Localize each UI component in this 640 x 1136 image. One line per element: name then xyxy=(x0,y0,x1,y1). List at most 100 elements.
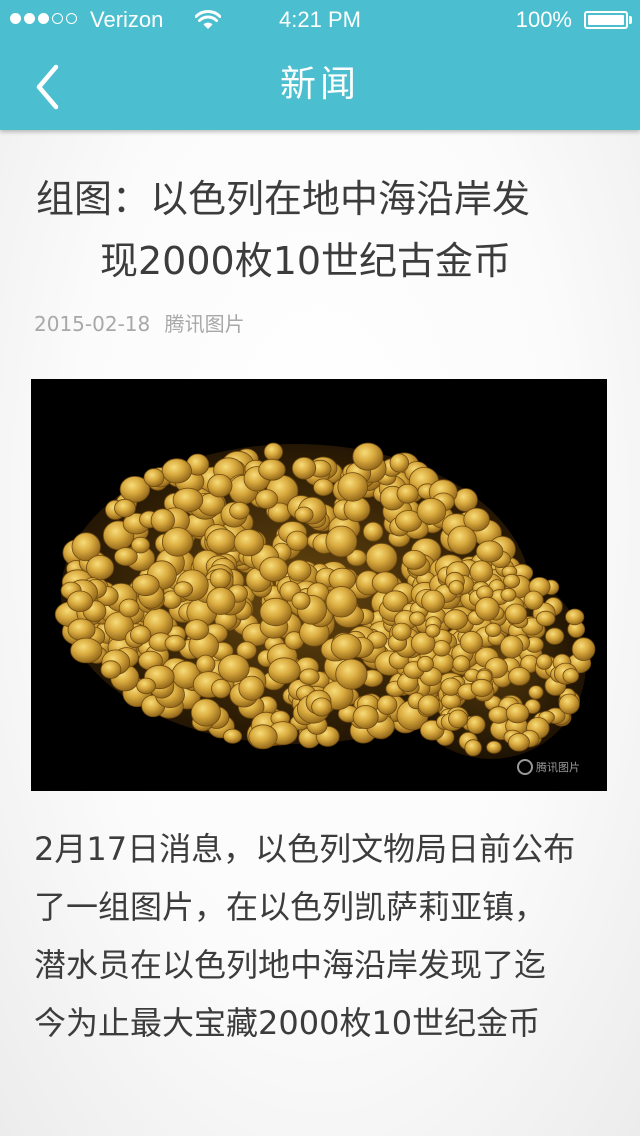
gold-coin xyxy=(248,724,278,750)
gold-coin xyxy=(571,637,596,661)
gold-coin xyxy=(330,633,362,661)
gold-coin xyxy=(164,634,186,652)
gold-coin xyxy=(448,709,468,729)
gold-coin xyxy=(143,468,165,487)
gold-coin xyxy=(432,640,451,657)
gold-coin xyxy=(396,483,419,504)
gold-coin xyxy=(229,501,250,520)
gold-coin xyxy=(206,586,236,615)
battery-tip xyxy=(629,16,632,24)
gold-coin xyxy=(161,527,194,557)
gold-coins-image: 腾讯图片 xyxy=(54,442,596,775)
gold-coin xyxy=(425,624,441,638)
gold-coin xyxy=(507,733,530,752)
article-photo[interactable]: 腾讯图片 xyxy=(31,379,607,791)
status-bar: Verizon 4:21 PM 100% xyxy=(0,0,640,40)
gold-coin xyxy=(287,559,312,582)
gold-coin xyxy=(391,622,412,641)
gold-coin xyxy=(486,740,502,754)
gold-coin xyxy=(100,660,122,679)
gold-coin xyxy=(544,627,565,645)
gold-coin xyxy=(409,611,426,626)
article-title-line-1: 组图：以色列在地中海沿岸发 xyxy=(36,177,531,221)
gold-coin xyxy=(469,560,494,584)
gold-coin xyxy=(536,653,553,670)
gold-coin xyxy=(114,547,138,567)
gold-coin xyxy=(190,698,221,727)
gold-coin xyxy=(536,610,556,627)
gold-coin xyxy=(485,622,502,637)
article-title: 组图：以色列在地中海沿岸发 现2000枚10世纪古金币 xyxy=(36,168,596,292)
gold-coin xyxy=(352,442,384,471)
article-body-line: 2月17日消息，以色列文物局日前公布 xyxy=(34,830,576,868)
gold-coin xyxy=(130,625,152,645)
gold-coin xyxy=(504,603,527,625)
nav-header: Verizon 4:21 PM 100% 新闻 xyxy=(0,0,640,130)
gold-coin xyxy=(195,654,216,674)
gold-coin xyxy=(474,596,500,621)
gold-coin xyxy=(443,609,468,630)
page-title: 新闻 xyxy=(279,64,360,105)
article-body-line: 今为止最大宝藏2000枚10世纪金币 xyxy=(34,1004,541,1042)
gold-coin xyxy=(447,525,477,555)
gold-coin xyxy=(286,530,309,551)
gold-coin xyxy=(499,635,524,659)
gold-coin xyxy=(503,573,521,589)
gold-coin xyxy=(206,528,237,555)
article-title-line-2: 现2000枚10世纪古金币 xyxy=(100,239,512,283)
gold-coin xyxy=(523,590,544,611)
gold-coin xyxy=(464,739,482,757)
gold-coin xyxy=(298,668,320,685)
gold-coin xyxy=(114,498,136,518)
gold-coin xyxy=(337,472,369,502)
gold-coin xyxy=(150,508,175,533)
gold-coin xyxy=(475,540,504,563)
watermark: 腾讯图片 xyxy=(517,759,580,775)
gold-coin xyxy=(470,678,493,697)
gold-coin xyxy=(402,549,427,570)
gold-coin xyxy=(173,581,194,598)
gold-coin xyxy=(207,473,233,498)
gold-coin xyxy=(565,608,585,626)
article-body: 2月17日消息，以色列文物局日前公布 了一组图片，在以色列凯萨莉亚镇， 潜水员在… xyxy=(34,820,614,1052)
gold-coin xyxy=(263,442,283,462)
gold-coin xyxy=(488,706,510,724)
gold-coin xyxy=(233,528,265,557)
gold-coin xyxy=(259,597,293,627)
article-date: 2015-02-18 xyxy=(34,312,151,336)
gold-coin xyxy=(466,715,486,735)
gold-coin xyxy=(268,657,301,685)
gold-coin xyxy=(362,521,384,542)
gold-coin xyxy=(417,694,440,716)
gold-coin xyxy=(86,555,115,581)
image-watermark-text: 腾讯图片 xyxy=(536,760,580,774)
gold-coin xyxy=(223,728,243,744)
gold-coin xyxy=(421,589,446,613)
gold-coin xyxy=(294,506,314,523)
gold-coin xyxy=(325,586,358,618)
battery-icon xyxy=(584,11,628,29)
gold-coin xyxy=(416,497,447,525)
gold-coin xyxy=(500,587,517,602)
gold-coin xyxy=(313,478,334,497)
gold-coin xyxy=(416,655,434,673)
battery-percentage: 100% xyxy=(515,7,572,32)
article-meta: 2015-02-18 腾讯图片 xyxy=(34,310,245,338)
gold-coin xyxy=(440,693,461,710)
gold-coin xyxy=(161,458,192,484)
gold-coin xyxy=(508,666,531,686)
gold-coin xyxy=(389,453,410,473)
gold-coin xyxy=(558,693,580,715)
gold-coin xyxy=(218,654,250,683)
gold-coin xyxy=(352,704,379,729)
gold-coin xyxy=(291,456,317,480)
gold-coin xyxy=(184,619,210,641)
gold-coin xyxy=(505,703,530,724)
gold-coin xyxy=(136,677,156,695)
gold-coin xyxy=(562,668,580,684)
gold-coin xyxy=(335,658,368,690)
gold-coin xyxy=(259,556,289,582)
gold-coin xyxy=(311,697,333,717)
gold-coin xyxy=(528,685,544,700)
gold-coin xyxy=(131,574,160,597)
